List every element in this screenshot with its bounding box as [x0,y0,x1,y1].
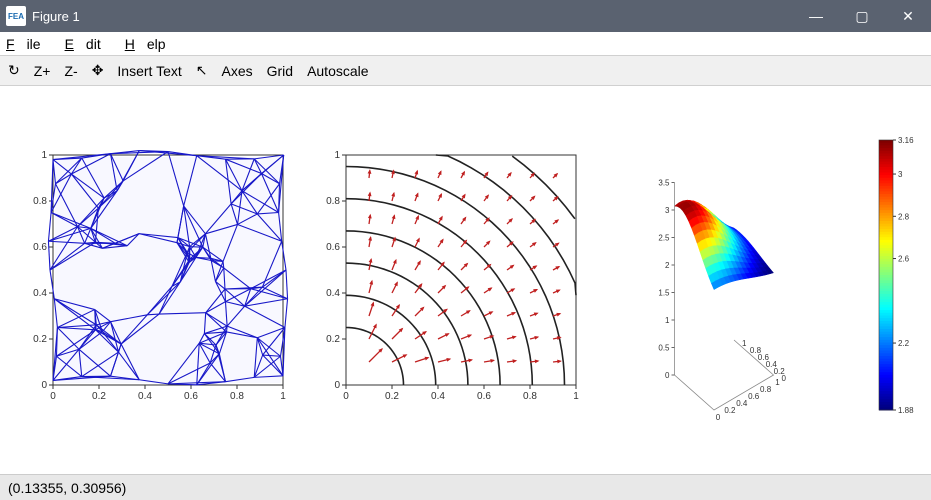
subplot-quiver[interactable]: 0 0.2 0.4 0.6 0.8 1 0 0.2 0.4 0.6 0.8 1 [310,145,590,415]
svg-text:1: 1 [280,391,286,402]
menu-help[interactable]: Help [125,36,178,52]
menu-edit[interactable]: Edit [65,36,113,52]
svg-text:2: 2 [665,261,670,270]
svg-text:0.4: 0.4 [327,288,341,299]
svg-text:2.5: 2.5 [659,234,671,243]
svg-text:0.6: 0.6 [184,391,198,402]
toolbar: ↻ Z+ Z- ✥ Insert Text ↖ Axes Grid Autosc… [0,56,931,86]
svg-text:3.5: 3.5 [659,179,671,188]
rotate-button[interactable]: ↻ [8,62,20,79]
svg-text:0: 0 [41,380,47,391]
close-button[interactable]: ✕ [885,0,931,32]
autoscale-button[interactable]: Autoscale [307,63,368,79]
minimize-button[interactable]: — [793,0,839,32]
zoom-out-button[interactable]: Z- [64,63,77,79]
svg-text:1: 1 [665,316,670,325]
menubar: File Edit Help [0,32,931,56]
svg-text:0.5: 0.5 [659,344,671,353]
menu-file[interactable]: File [6,36,53,52]
svg-text:1: 1 [335,150,341,161]
subplot-mesh[interactable]: 0 0.2 0.4 0.6 0.8 1 0 0.2 0.4 0.6 0.8 1 [17,145,297,415]
svg-text:0.2: 0.2 [33,334,47,345]
svg-text:0.2: 0.2 [724,406,736,415]
axes-button[interactable]: Axes [221,63,252,79]
svg-text:0.2: 0.2 [92,391,106,402]
svg-text:0.8: 0.8 [760,385,772,394]
svg-text:2.6: 2.6 [898,255,910,264]
pointer-button[interactable]: ↖ [196,62,208,79]
svg-text:3.16113: 3.16113 [898,136,914,145]
svg-text:0.4: 0.4 [736,399,748,408]
svg-text:0.6: 0.6 [748,392,760,401]
cursor-coords: (0.13355, 0.30956) [8,480,126,496]
svg-text:2.8: 2.8 [898,212,910,221]
maximize-button[interactable]: ▢ [839,0,885,32]
plot-area[interactable]: 00.20.40.60.8100.20.40.60.81 00.20.40.60… [0,86,931,474]
svg-text:1: 1 [41,150,47,161]
svg-text:2.2: 2.2 [898,339,910,348]
svg-text:3: 3 [665,206,670,215]
svg-text:1: 1 [742,339,747,348]
svg-text:0: 0 [344,391,350,402]
svg-text:0.8: 0.8 [524,391,538,402]
window-title: Figure 1 [32,9,793,24]
svg-text:1: 1 [574,391,580,402]
svg-text:0.6: 0.6 [327,242,341,253]
insert-text-button[interactable]: Insert Text [117,63,181,79]
svg-text:0.8: 0.8 [327,196,341,207]
titlebar: FEA Figure 1 — ▢ ✕ [0,0,931,32]
svg-text:1: 1 [775,378,780,387]
subplot-surface[interactable]: 00.511.522.533.500.20.40.60.8100.20.40.6… [604,120,914,440]
app-icon: FEA [6,6,26,26]
svg-text:0.8: 0.8 [33,196,47,207]
svg-text:0.2: 0.2 [327,334,341,345]
svg-text:0: 0 [335,380,341,391]
svg-text:0.8: 0.8 [750,346,762,355]
svg-text:1.5: 1.5 [659,289,671,298]
pan-button[interactable]: ✥ [92,62,104,79]
svg-text:0.6: 0.6 [33,242,47,253]
zoom-in-button[interactable]: Z+ [34,63,51,79]
svg-text:1.8831: 1.8831 [898,406,914,415]
svg-text:0.4: 0.4 [33,288,47,299]
grid-button[interactable]: Grid [267,63,293,79]
svg-text:0.6: 0.6 [478,391,492,402]
svg-text:0: 0 [665,371,670,380]
svg-text:0.2: 0.2 [386,391,400,402]
svg-text:0.4: 0.4 [138,391,152,402]
svg-text:0: 0 [50,391,56,402]
svg-text:3: 3 [898,170,903,179]
svg-text:0: 0 [716,413,721,422]
svg-text:0.4: 0.4 [432,391,446,402]
statusbar: (0.13355, 0.30956) [0,474,931,500]
svg-text:0.8: 0.8 [230,391,244,402]
